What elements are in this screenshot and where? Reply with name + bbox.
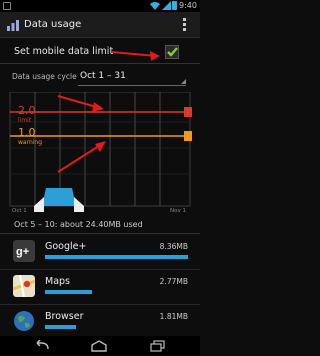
maps-icon	[13, 275, 35, 297]
overflow-menu-icon[interactable]	[183, 18, 187, 32]
app-row-browser[interactable]: Browser 1.81MB	[0, 306, 200, 340]
divider	[0, 304, 200, 305]
app-size: 2.77MB	[159, 277, 188, 286]
usage-bar	[45, 325, 76, 329]
app-name: Google+	[45, 241, 87, 252]
app-name: Browser	[45, 311, 84, 322]
mobile-limit-checkbox[interactable]	[165, 45, 179, 59]
x-tick-end: Nov 1	[170, 208, 186, 214]
mobile-limit-row[interactable]: Set mobile data limit	[0, 40, 200, 64]
annotation-arrowhead	[92, 102, 104, 112]
home-icon[interactable]	[90, 340, 108, 352]
usage-area	[42, 188, 76, 206]
usage-chart[interactable]	[8, 92, 192, 218]
google-plus-icon: g+	[13, 240, 35, 262]
cycle-select[interactable]: Oct 1 – 31	[78, 70, 186, 86]
svg-text:g+: g+	[16, 246, 29, 258]
app-row-google-plus[interactable]: g+ Google+ 8.36MB	[0, 236, 200, 270]
warning-handle[interactable]	[184, 131, 192, 141]
page-title: Data usage	[24, 19, 82, 30]
app-size: 1.81MB	[159, 312, 188, 321]
app-row-maps[interactable]: Maps 2.77MB	[0, 271, 200, 305]
x-tick-start: Oct 1	[12, 208, 27, 214]
usage-summary: Oct 5 – 10: about 24.40MB used	[14, 220, 143, 229]
back-icon[interactable]	[34, 340, 50, 352]
navigation-bar	[0, 336, 200, 356]
warning-value: 1.0	[18, 126, 36, 139]
dropdown-caret-icon	[181, 79, 186, 84]
notification-icon	[3, 2, 11, 10]
cycle-row: Data usage cycle Oct 1 – 31	[0, 68, 200, 88]
browser-globe-icon	[14, 311, 34, 331]
usage-bar	[45, 255, 188, 259]
divider	[0, 233, 200, 234]
app-name: Maps	[45, 276, 70, 287]
signal-icon	[162, 1, 171, 10]
usage-bar	[45, 290, 92, 294]
checkmark-icon	[167, 47, 178, 57]
divider	[0, 269, 200, 270]
limit-value: 2.0	[18, 104, 36, 117]
wifi-icon	[150, 2, 160, 10]
status-bar: 9:40	[0, 0, 200, 12]
range-start-handle[interactable]	[34, 197, 44, 212]
data-usage-icon[interactable]	[6, 18, 20, 32]
cycle-label: Data usage cycle	[12, 72, 77, 81]
app-size: 8.36MB	[159, 242, 188, 251]
warning-label: warning	[18, 139, 43, 146]
annotation-arrowhead	[95, 141, 106, 152]
cycle-value: Oct 1 – 31	[80, 71, 126, 81]
mobile-limit-label: Set mobile data limit	[14, 46, 114, 57]
limit-handle[interactable]	[184, 107, 192, 117]
range-end-handle[interactable]	[74, 197, 84, 212]
battery-icon	[172, 1, 177, 10]
action-bar: Data usage	[0, 12, 200, 38]
recent-apps-icon[interactable]	[150, 340, 166, 352]
clock: 9:40	[179, 1, 197, 10]
limit-label: limit	[18, 117, 32, 124]
